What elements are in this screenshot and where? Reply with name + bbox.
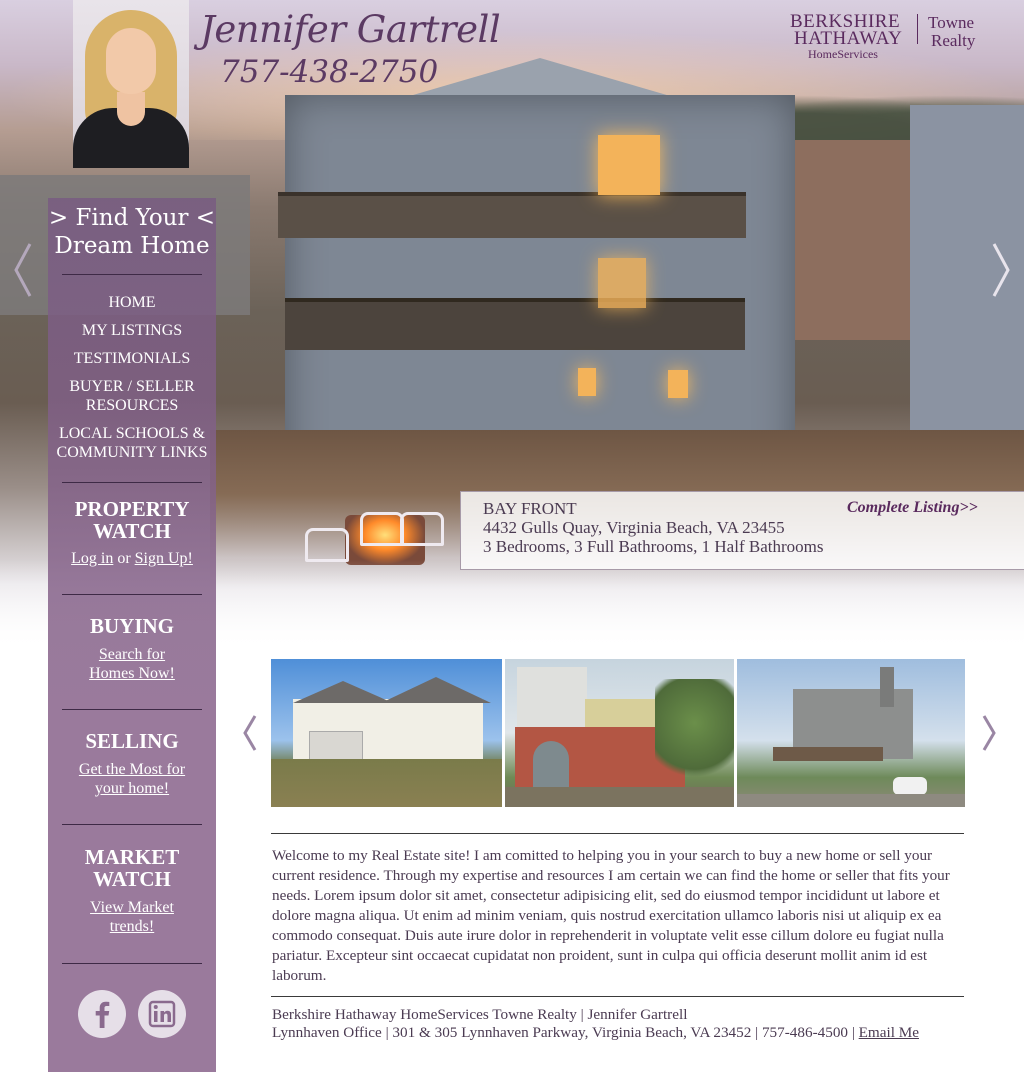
linkedin-button[interactable] xyxy=(138,990,186,1038)
content-divider xyxy=(271,833,964,834)
signup-link[interactable]: Sign Up! xyxy=(135,549,193,568)
hero-house xyxy=(285,95,795,485)
or-text: or xyxy=(117,550,131,567)
buying-section: BUYING Search for Homes Now! xyxy=(48,615,216,683)
sidebar-divider xyxy=(62,274,202,275)
listing-thumb-3[interactable] xyxy=(737,659,965,807)
hero-upper-deck xyxy=(278,192,746,238)
facebook-icon xyxy=(95,1001,110,1028)
nav-local-schools-community-links[interactable]: LOCAL SCHOOLS & COMMUNITY LINKS xyxy=(48,424,216,462)
chevron-right-icon xyxy=(992,243,1010,297)
content-divider xyxy=(271,996,964,997)
login-link[interactable]: Log in xyxy=(71,549,113,568)
hero-neighbor-house-brick xyxy=(790,140,910,340)
hero-window-lit xyxy=(578,368,596,396)
complete-listing-link[interactable]: Complete Listing>> xyxy=(847,499,978,517)
featured-listing-panel: BAY FRONT 4432 Gulls Quay, Virginia Beac… xyxy=(460,491,1024,570)
nav-home[interactable]: HOME xyxy=(48,293,216,312)
sidebar-divider xyxy=(62,482,202,483)
thumbs-next-button[interactable] xyxy=(981,713,997,753)
footer: Berkshire Hathaway HomeServices Towne Re… xyxy=(272,1006,972,1042)
brand-divider xyxy=(917,14,918,44)
listing-rooms: 3 Bedrooms, 3 Full Bathrooms, 1 Half Bat… xyxy=(483,537,824,556)
sidebar-divider xyxy=(62,594,202,595)
sidebar-nav: HOME MY LISTINGS TESTIMONIALS BUYER / SE… xyxy=(48,293,216,471)
email-me-link[interactable]: Email Me xyxy=(859,1024,919,1041)
sidebar: > Find Your < Dream Home HOME MY LISTING… xyxy=(48,198,216,1072)
welcome-text: Welcome to my Real Estate site! I am com… xyxy=(272,847,950,984)
selling-heading: SELLING xyxy=(85,729,179,753)
search-homes-link[interactable]: Search for Homes Now! xyxy=(48,645,216,683)
footer-office: Lynnhaven Office | 301 & 305 Lynnhaven P… xyxy=(272,1024,855,1041)
chevron-left-icon xyxy=(14,243,32,297)
agent-photo xyxy=(73,0,189,168)
linkedin-icon xyxy=(148,1000,176,1028)
property-watch-section: PROPERTY WATCH Log in or Sign Up! xyxy=(48,498,216,568)
hero-window-lit xyxy=(668,370,688,398)
sidebar-divider xyxy=(62,824,202,825)
listing-type: BAY FRONT xyxy=(483,499,577,518)
view-market-trends-link[interactable]: View Market trends! xyxy=(48,898,216,936)
brand-partner-line-2: Realty xyxy=(931,31,976,50)
sidebar-title: > Find Your < Dream Home xyxy=(48,204,216,260)
market-watch-section: MARKET WATCH View Market trends! xyxy=(48,846,216,936)
hero-window-lit xyxy=(598,258,646,308)
chevron-left-icon xyxy=(243,715,257,751)
buying-heading: BUYING xyxy=(89,614,174,638)
hero-chair xyxy=(305,528,349,562)
agent-phone: 757-438-2750 xyxy=(220,54,439,90)
hero-prev-button[interactable] xyxy=(12,240,34,300)
hero-chair xyxy=(360,512,404,546)
brand-line-3: HomeServices xyxy=(808,47,878,61)
market-watch-heading: MARKET WATCH xyxy=(84,845,180,891)
brand-partner-line-1: Towne xyxy=(928,13,975,32)
listing-thumb-1[interactable] xyxy=(271,659,502,807)
sidebar-divider xyxy=(62,963,202,964)
sidebar-title-line-1: > Find Your < xyxy=(48,205,216,231)
hero-chair xyxy=(400,512,444,546)
nav-my-listings[interactable]: MY LISTINGS xyxy=(48,321,216,340)
get-the-most-link[interactable]: Get the Most for your home! xyxy=(48,760,216,798)
facebook-button[interactable] xyxy=(78,990,126,1038)
agent-name: Jennifer Gartrell xyxy=(200,8,501,51)
listing-thumb-2[interactable] xyxy=(505,659,734,807)
nav-testimonials[interactable]: TESTIMONIALS xyxy=(48,349,216,368)
listing-address: 4432 Gulls Quay, Virginia Beach, VA 2345… xyxy=(483,518,785,537)
nav-buyer-seller-resources[interactable]: BUYER / SELLER RESOURCES xyxy=(48,377,216,415)
sidebar-divider xyxy=(62,709,202,710)
property-watch-heading: PROPERTY WATCH xyxy=(74,497,190,543)
sidebar-title-line-2: Dream Home xyxy=(54,233,210,259)
footer-line-1: Berkshire Hathaway HomeServices Towne Re… xyxy=(272,1006,688,1023)
brand-logo[interactable]: BERKSHIRE HATHAWAY HomeServices Towne Re… xyxy=(786,10,986,66)
hero-next-button[interactable] xyxy=(990,240,1012,300)
thumbs-prev-button[interactable] xyxy=(242,713,258,753)
hero-window-lit xyxy=(598,135,660,195)
hero-lower-deck xyxy=(285,298,745,350)
chevron-right-icon xyxy=(982,715,996,751)
selling-section: SELLING Get the Most for your home! xyxy=(48,730,216,798)
